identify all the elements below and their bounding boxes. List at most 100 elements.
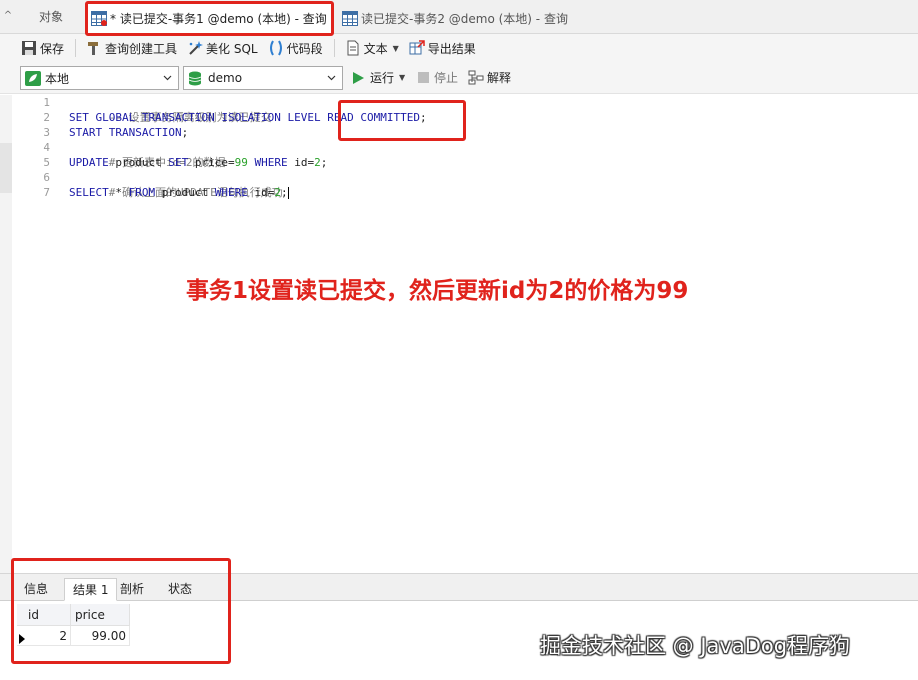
chevron-down-icon: [327, 75, 336, 81]
sql-keyword: WHERE: [247, 156, 288, 169]
code-line-7: SELECT * FROM product WHERE id=2;: [69, 185, 427, 200]
save-icon: [22, 41, 36, 55]
sql-keyword: FROM: [128, 186, 156, 199]
database-icon: [188, 71, 202, 85]
toolbar-divider: [333, 39, 335, 57]
query-builder-label: 查询创建工具: [105, 41, 178, 56]
editor-margin-mark: [0, 143, 12, 193]
code-area[interactable]: -- 设置事务隔离级别为读已提交 SET GLOBAL TRANSACTION …: [69, 95, 427, 200]
sql-number: 2: [314, 156, 321, 169]
play-icon: [353, 71, 364, 84]
code-snippet-button[interactable]: 代码段: [265, 37, 326, 59]
save-button[interactable]: 保存: [18, 37, 67, 59]
export-grid-icon: [409, 40, 425, 55]
sql-keyword: SET: [168, 156, 189, 169]
document-icon: [347, 40, 359, 56]
table-row[interactable]: 2 99.00: [17, 626, 130, 646]
results-panel: 信息 结果 1 剖析 状态 id price 2 99.00: [0, 573, 918, 680]
text-mode-label: 文本: [363, 41, 388, 56]
sql-keyword: START TRANSACTION: [69, 126, 182, 139]
line-number: 6: [43, 171, 50, 184]
connection-toolbar: 本地 demo 运行 ▼ 停止 解释: [0, 62, 918, 94]
dropdown-caret-icon[interactable]: ▼: [393, 44, 399, 53]
run-label: 运行: [370, 71, 395, 85]
sql-editor[interactable]: 1 2 3 4 5 6 7 -- 设置事务隔离级别为读已提交 SET GLOBA…: [0, 95, 918, 573]
query-builder-button[interactable]: 查询创建工具: [83, 37, 180, 59]
explain-tree-icon: [468, 70, 484, 85]
tab-transaction-2[interactable]: 读已提交-事务2 @demo (本地) - 查询: [338, 3, 588, 33]
collapse-caret-icon[interactable]: ^: [2, 10, 14, 22]
code-line-4: # 更新表中id=2的数据: [69, 140, 427, 169]
code-line-5: UPDATE product SET price=99 WHERE id=2;: [69, 155, 427, 170]
chevron-down-icon: [163, 75, 172, 81]
code-line-3: START TRANSACTION;: [69, 125, 427, 140]
tab-status[interactable]: 状态: [160, 578, 200, 601]
tab-transaction-1-label: * 读已提交-事务1 @demo (本地) - 查询: [110, 12, 327, 26]
sql-punct: ;: [420, 111, 427, 124]
code-snippet-label: 代码段: [286, 41, 323, 56]
dropdown-caret-icon[interactable]: ▼: [399, 73, 405, 82]
sql-keyword: WHERE: [214, 186, 248, 199]
line-numbers: 1 2 3 4 5 6 7: [14, 95, 50, 200]
tab-objects[interactable]: 对象: [28, 8, 74, 26]
export-results-label: 导出结果: [427, 41, 476, 56]
query-table-icon: [342, 10, 358, 26]
explain-button[interactable]: 解释: [468, 69, 511, 86]
sql-identifier: id=: [247, 186, 275, 199]
sql-punct: ;: [320, 156, 328, 169]
parentheses-icon: [269, 40, 282, 56]
connection-select[interactable]: 本地: [20, 66, 179, 90]
tab-profile[interactable]: 剖析: [112, 578, 152, 601]
beautify-sql-button[interactable]: 美化 SQL: [184, 37, 261, 59]
line-number: 7: [43, 186, 50, 199]
query-tab-strip: ^ 对象 * 读已提交-事务1 @demo (本地) - 查询 读已提交-事务2…: [0, 0, 918, 34]
query-table-icon: [91, 11, 107, 26]
sql-identifier: product: [155, 186, 215, 199]
export-results-button[interactable]: 导出结果: [406, 37, 479, 59]
toolbar-divider: [75, 39, 77, 57]
result-grid[interactable]: id price 2 99.00: [17, 604, 130, 646]
connection-leaf-icon: [25, 70, 41, 86]
sql-punct: ;: [280, 186, 288, 199]
line-number: 2: [43, 111, 50, 124]
sql-identifier: price=: [188, 156, 235, 169]
sql-keyword: SELECT: [69, 186, 109, 199]
watermark: 掘金技术社区 @ JavaDog程序狗: [540, 634, 851, 658]
grid-header: id price: [17, 604, 130, 626]
sql-identifier: id=: [287, 156, 315, 169]
text-mode-button[interactable]: 文本 ▼: [342, 37, 402, 59]
sql-number: 2: [274, 186, 281, 199]
sql-identifier: product: [108, 156, 169, 169]
main-toolbar: 保存 查询创建工具 美化 SQL 代码段 文本 ▼ 导出结果: [0, 34, 918, 62]
text-cursor: [287, 187, 289, 199]
magic-wand-icon: [189, 41, 204, 55]
tab-result-1[interactable]: 结果 1: [64, 578, 118, 601]
column-header-id[interactable]: id: [17, 604, 71, 626]
tab-info[interactable]: 信息: [16, 578, 56, 601]
database-select-value: demo: [208, 71, 243, 85]
tab-transaction-1[interactable]: * 读已提交-事务1 @demo (本地) - 查询: [86, 3, 332, 33]
column-header-price[interactable]: price: [71, 604, 130, 626]
sql-keyword: SET GLOBAL TRANSACTION ISOLATION LEVEL R…: [69, 111, 420, 124]
code-line-6: # 确认上面的UPDATE语句执行成功: [69, 170, 427, 199]
sql-identifier: *: [108, 186, 129, 199]
save-label: 保存: [40, 41, 65, 56]
database-select[interactable]: demo: [183, 66, 343, 90]
line-number: 3: [43, 126, 50, 139]
cell-price[interactable]: 99.00: [71, 626, 130, 646]
run-button[interactable]: 运行 ▼: [352, 69, 405, 86]
code-line-2: SET GLOBAL TRANSACTION ISOLATION LEVEL R…: [69, 110, 427, 125]
stop-button[interactable]: 停止: [418, 69, 458, 86]
stop-label: 停止: [434, 71, 459, 85]
connection-select-value: 本地: [45, 71, 70, 86]
sql-keyword: UPDATE: [69, 156, 109, 169]
annotation-caption: 事务1设置读已提交，然后更新id为2的价格为99: [186, 278, 689, 304]
line-number: 4: [43, 141, 50, 154]
sql-number: 99: [234, 156, 248, 169]
line-number: 1: [43, 96, 50, 109]
explain-label: 解释: [487, 71, 512, 85]
cell-id[interactable]: 2: [17, 626, 71, 646]
sql-punct: ;: [181, 126, 189, 139]
code-line-1: -- 设置事务隔离级别为读已提交: [69, 95, 427, 124]
line-number: 5: [43, 156, 50, 169]
